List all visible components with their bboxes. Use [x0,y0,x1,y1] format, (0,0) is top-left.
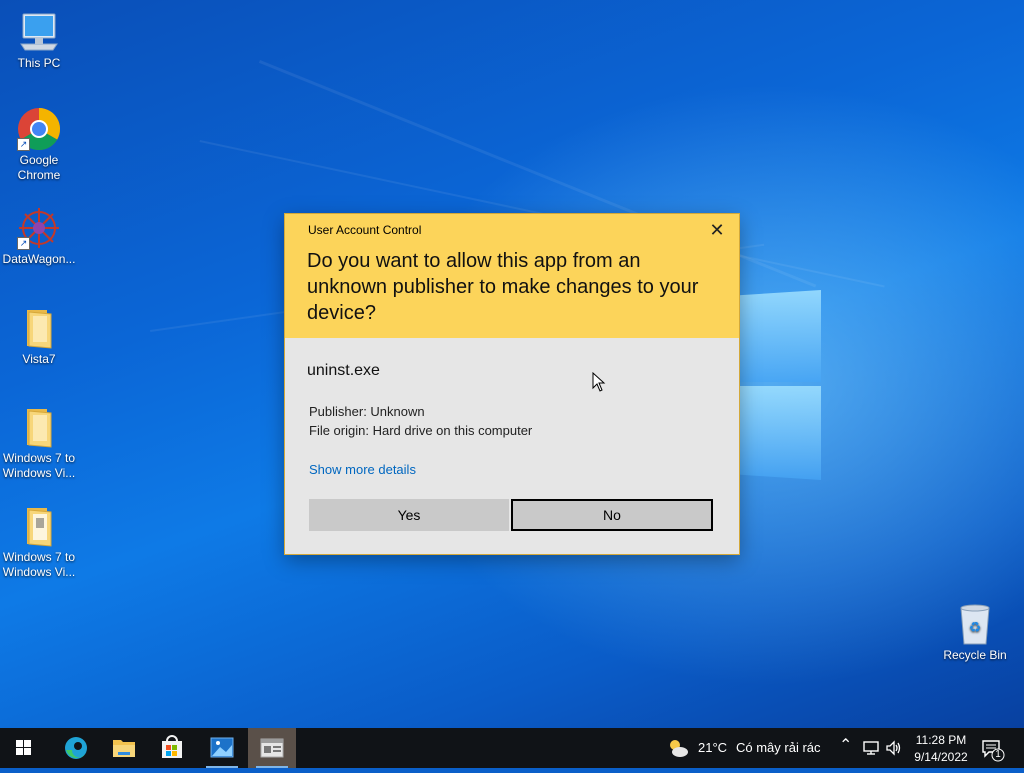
desktop-icon-label: Vista7 [22,352,56,366]
taskbar-uac-window[interactable] [248,728,296,768]
close-icon[interactable]: ✕ [703,218,731,242]
show-more-details-link[interactable]: Show more details [309,462,416,477]
shortcut-arrow-icon: ↗ [17,237,30,250]
google-chrome-icon: ↗ [17,107,61,151]
yes-button[interactable]: Yes [309,499,509,531]
windows-icon [16,740,31,755]
folder-icon [113,740,135,757]
uac-publisher: Publisher: Unknown [309,404,425,419]
folder-icon [17,504,61,548]
desktop-icon-recycle-bin[interactable]: ♻ Recycle Bin [936,602,1014,663]
clock-date[interactable]: 9/14/2022 [912,749,970,765]
desktop-icon-label: Google Chrome [17,153,61,182]
folder-icon [17,405,61,449]
taskbar-edge[interactable] [52,728,100,768]
desktop-icon-windows7-folder-2[interactable]: Windows 7 to Windows Vi... [0,504,78,580]
desktop-icon-label: DataWagon... [2,252,76,266]
window-icon [260,738,284,758]
network-icon[interactable] [862,740,880,756]
notification-icon [982,740,1005,762]
uac-question: Do you want to allow this app from an un… [307,250,699,324]
desktop-icon-vista7[interactable]: Vista7 [0,306,78,367]
desktop-icon-label: Recycle Bin [943,648,1007,662]
recycle-bin-icon: ♻ [953,602,997,646]
folder-icon [17,306,61,350]
taskbar: 21°C Có mây rải rác ⌃ 11:28 PM 9/14/2022… [0,728,1024,768]
volume-icon[interactable] [885,740,903,756]
photos-icon [210,737,234,758]
svg-text:♻: ♻ [969,620,982,636]
mouse-cursor-icon [592,372,606,392]
uac-title: User Account Control [308,223,422,237]
desktop-icon-label: Windows 7 to Windows Vi... [2,451,76,480]
uac-header: User Account Control ✕ Do you want to al… [285,214,739,338]
desktop-icon-label: This PC [17,56,61,70]
weather-partly-cloudy-icon [670,740,688,757]
chevron-up-icon[interactable]: ⌃ [839,738,852,754]
taskbar-photos[interactable] [198,728,246,768]
clock-time[interactable]: 11:28 PM [912,732,970,748]
taskbar-file-explorer[interactable] [100,728,148,768]
desktop-icon-windows7-folder-1[interactable]: Windows 7 to Windows Vi... [0,405,78,481]
weather-description[interactable]: Có mây rải rác [736,740,821,756]
datawagon-icon: ↗ [17,206,61,250]
weather-temperature[interactable]: 21°C [698,740,727,756]
uac-app-name: uninst.exe [307,362,380,379]
desktop-icon-datawagon[interactable]: ↗ DataWagon... [0,206,78,267]
no-button[interactable]: No [511,499,713,531]
start-button[interactable] [0,728,48,768]
windows-logo-wallpaper [735,290,823,480]
notification-count: 1 [995,749,1001,760]
uac-file-origin: File origin: Hard drive on this computer [309,423,533,438]
edge-icon [65,737,87,759]
desktop-icon-label: Windows 7 to Windows Vi... [2,550,76,579]
this-pc-icon [17,10,61,54]
desktop-icon-google-chrome[interactable]: ↗ Google Chrome [0,107,78,183]
shortcut-arrow-icon: ↗ [17,138,30,151]
desktop-icon-this-pc[interactable]: This PC [0,10,78,71]
action-center-button[interactable]: 1 [980,736,1006,762]
uac-dialog: User Account Control ✕ Do you want to al… [285,214,739,554]
store-icon [162,735,182,758]
taskbar-store[interactable] [148,728,196,768]
